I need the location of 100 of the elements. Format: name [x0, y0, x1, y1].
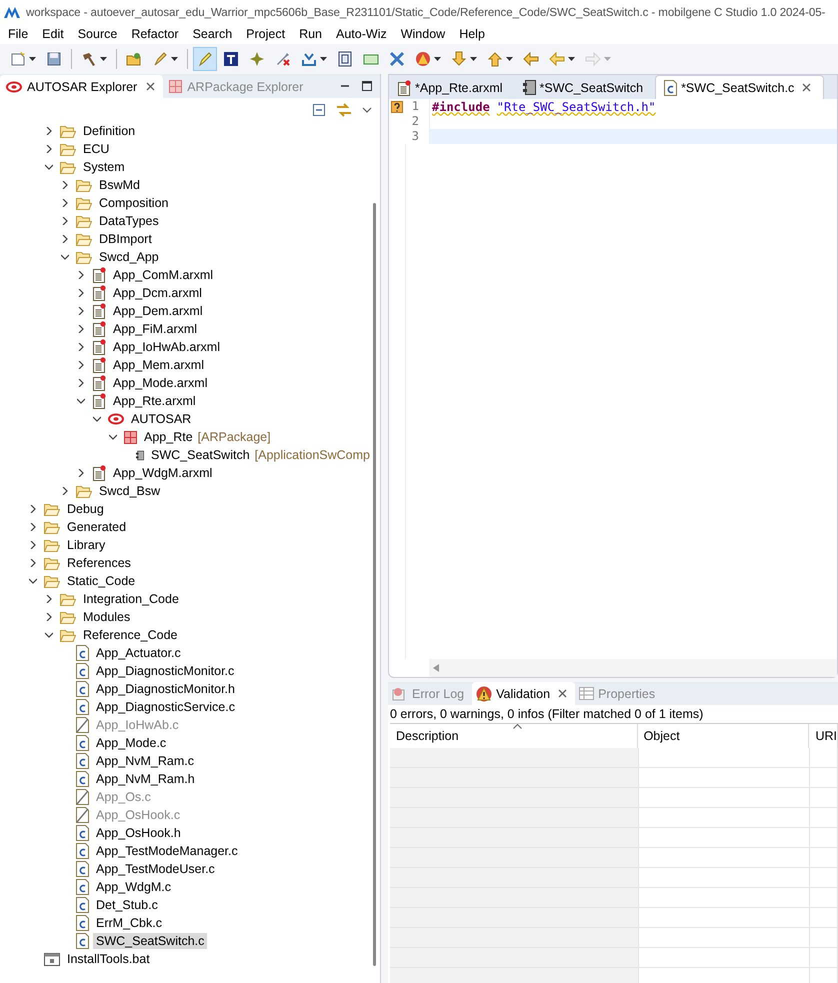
tree-item[interactable]: App_Dem.arxml — [110, 303, 206, 319]
tree-item[interactable]: Composition — [96, 195, 172, 211]
tree-item[interactable]: ECU — [80, 141, 112, 157]
expand-toggle-icon[interactable] — [61, 235, 69, 243]
view-menu-icon[interactable] — [362, 107, 372, 113]
tree-item[interactable]: InstallTools.bat — [64, 951, 153, 967]
menu-item[interactable]: Search — [186, 27, 240, 41]
tree-item[interactable]: App_Rte — [141, 429, 196, 445]
expand-toggle-icon[interactable] — [77, 307, 85, 315]
expand-toggle-icon[interactable] — [77, 343, 85, 351]
tree-item[interactable]: Library — [64, 537, 108, 553]
tree-item[interactable]: Generated — [64, 519, 130, 535]
editor-tab[interactable]: *SWC_SeatSwitch.c — [655, 75, 824, 99]
expand-toggle-icon[interactable] — [45, 631, 53, 639]
view-tab[interactable]: AUTOSAR Explorer — [0, 75, 164, 98]
menu-item[interactable]: Auto-Wiz — [330, 27, 395, 41]
tree-item[interactable]: System — [80, 159, 128, 175]
tree-item[interactable]: App_TestModeManager.c — [93, 843, 241, 859]
tree-item[interactable]: App_ComM.arxml — [110, 267, 216, 283]
tree-item[interactable]: App_Mem.arxml — [110, 357, 207, 373]
tree-item[interactable]: Modules — [80, 609, 134, 625]
expand-toggle-icon[interactable] — [77, 325, 85, 333]
menu-item[interactable]: Project — [240, 27, 294, 41]
tree-item[interactable]: App_NvM_Ram.c — [93, 753, 197, 769]
close-icon[interactable] — [558, 689, 568, 698]
tree-item[interactable]: AUTOSAR — [128, 411, 194, 427]
tree-item[interactable]: App_Rte.arxml — [110, 393, 199, 409]
scroll-left-icon[interactable] — [433, 664, 439, 672]
expand-toggle-icon[interactable] — [45, 127, 53, 135]
expand-toggle-icon[interactable] — [29, 559, 37, 567]
tree-item[interactable]: App_DiagnosticMonitor.c — [93, 663, 238, 679]
expand-toggle-icon[interactable] — [45, 595, 53, 603]
tree-item[interactable]: Integration_Code — [80, 591, 182, 607]
menu-item[interactable]: Run — [293, 27, 330, 41]
expand-toggle-icon[interactable] — [29, 541, 37, 549]
menu-item[interactable]: Source — [72, 27, 126, 41]
tree-item[interactable]: Swcd_App — [96, 249, 162, 265]
tree-item[interactable]: Static_Code — [64, 573, 138, 589]
close-icon[interactable] — [802, 83, 812, 92]
expand-toggle-icon[interactable] — [29, 523, 37, 531]
collapse-all-icon[interactable] — [312, 103, 326, 117]
scrollbar-thumb[interactable] — [373, 203, 376, 966]
expand-toggle-icon[interactable] — [93, 415, 101, 423]
column-header[interactable]: URI — [809, 724, 838, 748]
tree-item[interactable]: App_IoHwAb.arxml — [110, 339, 223, 355]
menu-item[interactable]: Window — [394, 27, 454, 41]
tree-item[interactable]: Reference_Code — [80, 627, 181, 643]
tree-item[interactable]: App_DiagnosticMonitor.h — [93, 681, 238, 697]
tree-item[interactable]: App_NvM_Ram.h — [93, 771, 198, 787]
question-marker-icon[interactable] — [391, 100, 403, 112]
link-icon[interactable] — [336, 103, 352, 117]
menu-item[interactable]: Edit — [36, 27, 72, 41]
expand-toggle-icon[interactable] — [77, 289, 85, 297]
expand-toggle-icon[interactable] — [109, 433, 117, 441]
tree-item[interactable]: DBImport — [96, 231, 155, 247]
expand-toggle-icon[interactable] — [61, 253, 69, 261]
menu-item[interactable]: File — [2, 27, 36, 41]
expand-toggle-icon[interactable] — [61, 181, 69, 189]
editor-tab[interactable]: *SWC_SeatSwitch — [514, 76, 656, 99]
expand-toggle-icon[interactable] — [29, 505, 37, 513]
tree-item[interactable]: SWC_SeatSwitch — [148, 447, 253, 463]
expand-toggle-icon[interactable] — [61, 217, 69, 225]
view-tab[interactable]: Validation — [472, 682, 576, 705]
expand-toggle-icon[interactable] — [77, 397, 85, 405]
horizontal-scrollbar[interactable] — [429, 659, 837, 677]
tree-item[interactable]: App_Mode.arxml — [110, 375, 210, 391]
tree-item[interactable]: App_OsHook.h — [93, 825, 184, 841]
menu-item[interactable]: Refactor — [125, 27, 187, 41]
expand-toggle-icon[interactable] — [61, 199, 69, 207]
tree-item[interactable]: BswMd — [96, 177, 143, 193]
tree-item[interactable]: App_FiM.arxml — [110, 321, 200, 337]
maximize-icon[interactable] — [362, 81, 372, 91]
expand-toggle-icon[interactable] — [61, 487, 69, 495]
expand-toggle-icon[interactable] — [45, 163, 53, 171]
tree-item[interactable]: App_Actuator.c — [93, 645, 184, 661]
tree-item[interactable]: App_WdgM.c — [93, 879, 174, 895]
expand-toggle-icon[interactable] — [45, 145, 53, 153]
tree-item[interactable]: App_Dcm.arxml — [110, 285, 205, 301]
tree-item[interactable]: App_DiagnosticService.c — [93, 699, 238, 715]
close-icon[interactable] — [146, 82, 156, 91]
menu-item[interactable]: Help — [453, 27, 493, 41]
editor-tab[interactable]: *App_Rte.arxml — [389, 76, 515, 99]
tree-item[interactable]: References — [64, 555, 134, 571]
tree-item[interactable]: Det_Stub.c — [93, 897, 161, 913]
tree-item[interactable]: Definition — [80, 123, 138, 139]
tree-item[interactable]: App_Mode.c — [93, 735, 170, 751]
expand-toggle-icon[interactable] — [77, 271, 85, 279]
tree-item[interactable]: App_WdgM.arxml — [110, 465, 216, 481]
tree-item[interactable]: ErrM_Cbk.c — [93, 915, 165, 931]
expand-toggle-icon[interactable] — [45, 613, 53, 621]
tree-item[interactable]: Swcd_Bsw — [96, 483, 164, 499]
column-header[interactable]: Object — [638, 724, 810, 748]
tree-item[interactable]: SWC_SeatSwitch.c — [93, 933, 208, 949]
expand-toggle-icon[interactable] — [77, 469, 85, 477]
expand-toggle-icon[interactable] — [77, 379, 85, 387]
tree-item[interactable]: Debug — [64, 501, 107, 517]
expand-toggle-icon[interactable] — [29, 577, 37, 585]
tree-item[interactable]: DataTypes — [96, 213, 162, 229]
tree-item[interactable]: App_TestModeUser.c — [93, 861, 218, 877]
expand-toggle-icon[interactable] — [77, 361, 85, 369]
